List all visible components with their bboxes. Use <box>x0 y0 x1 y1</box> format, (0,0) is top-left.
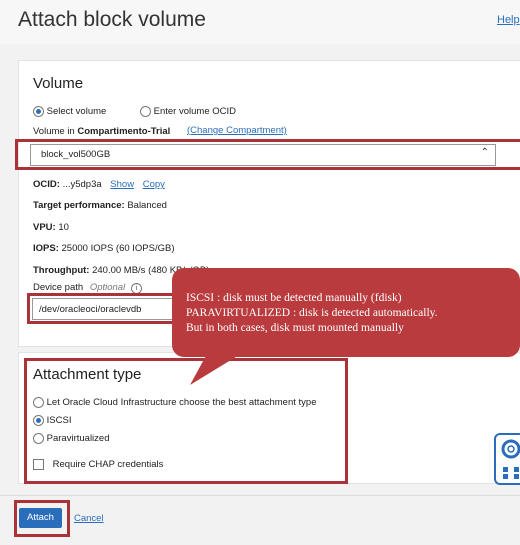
target-performance-value: Balanced <box>127 200 167 211</box>
attach-button[interactable]: Attach <box>19 508 62 528</box>
radio-select-volume-label: Select volume <box>46 106 107 118</box>
ocid-value: ...y5dp3a <box>62 179 102 190</box>
callout-line-1: ISCSI : disk must be detected manually (… <box>186 292 402 304</box>
ocid-show-link[interactable]: Show <box>110 179 134 190</box>
device-path-optional: Optional <box>89 282 126 293</box>
volume-section-title: Volume <box>33 75 84 92</box>
ocid-row: OCID: ...y5dp3a Show Copy <box>33 179 165 190</box>
callout-line-3: But in both cases, disk must mounted man… <box>186 322 404 334</box>
highlight-device-path <box>27 293 183 324</box>
volume-in-text: Volume in <box>33 126 75 137</box>
cancel-link[interactable]: Cancel <box>74 513 104 524</box>
vpu-value: 10 <box>58 222 69 233</box>
page-header: Attach block volume Help <box>0 0 520 44</box>
page-title: Attach block volume <box>18 8 206 31</box>
compartment-name: Compartimento-Trial <box>77 126 171 137</box>
ocid-copy-link[interactable]: Copy <box>143 179 165 190</box>
radio-select-volume[interactable]: Select volume <box>33 106 106 117</box>
annotation-callout: ISCSI : disk must be detected manually (… <box>172 268 520 357</box>
lifebuoy-icon <box>501 439 520 479</box>
iops-value: 25000 IOPS (60 IOPS/GB) <box>61 243 175 254</box>
iops-row: IOPS: 25000 IOPS (60 IOPS/GB) <box>33 243 175 254</box>
volume-in-label: Volume in Compartimento-Trial <box>33 126 170 137</box>
throughput-label: Throughput: <box>33 265 90 276</box>
ocid-label: OCID: <box>33 179 60 190</box>
device-path-label: Device path <box>33 282 84 293</box>
support-widget[interactable] <box>494 433 520 485</box>
radio-unselected-icon[interactable] <box>140 106 151 117</box>
vpu-label: VPU: <box>33 222 56 233</box>
highlight-volume-select <box>15 139 520 170</box>
change-compartment-link[interactable]: (Change Compartment) <box>187 125 287 136</box>
radio-selected-icon[interactable] <box>33 106 44 117</box>
iops-label: IOPS: <box>33 243 59 254</box>
footer-divider <box>0 495 520 496</box>
radio-enter-ocid[interactable]: Enter volume OCID <box>140 106 236 117</box>
vpu-row: VPU: 10 <box>33 222 69 233</box>
help-link[interactable]: Help <box>497 14 520 26</box>
callout-line-2: PARAVIRTUALIZED : disk is detected autom… <box>186 307 438 319</box>
target-performance-row: Target performance: Balanced <box>33 200 167 211</box>
radio-enter-ocid-label: Enter volume OCID <box>153 106 237 118</box>
target-performance-label: Target performance: <box>33 200 125 211</box>
